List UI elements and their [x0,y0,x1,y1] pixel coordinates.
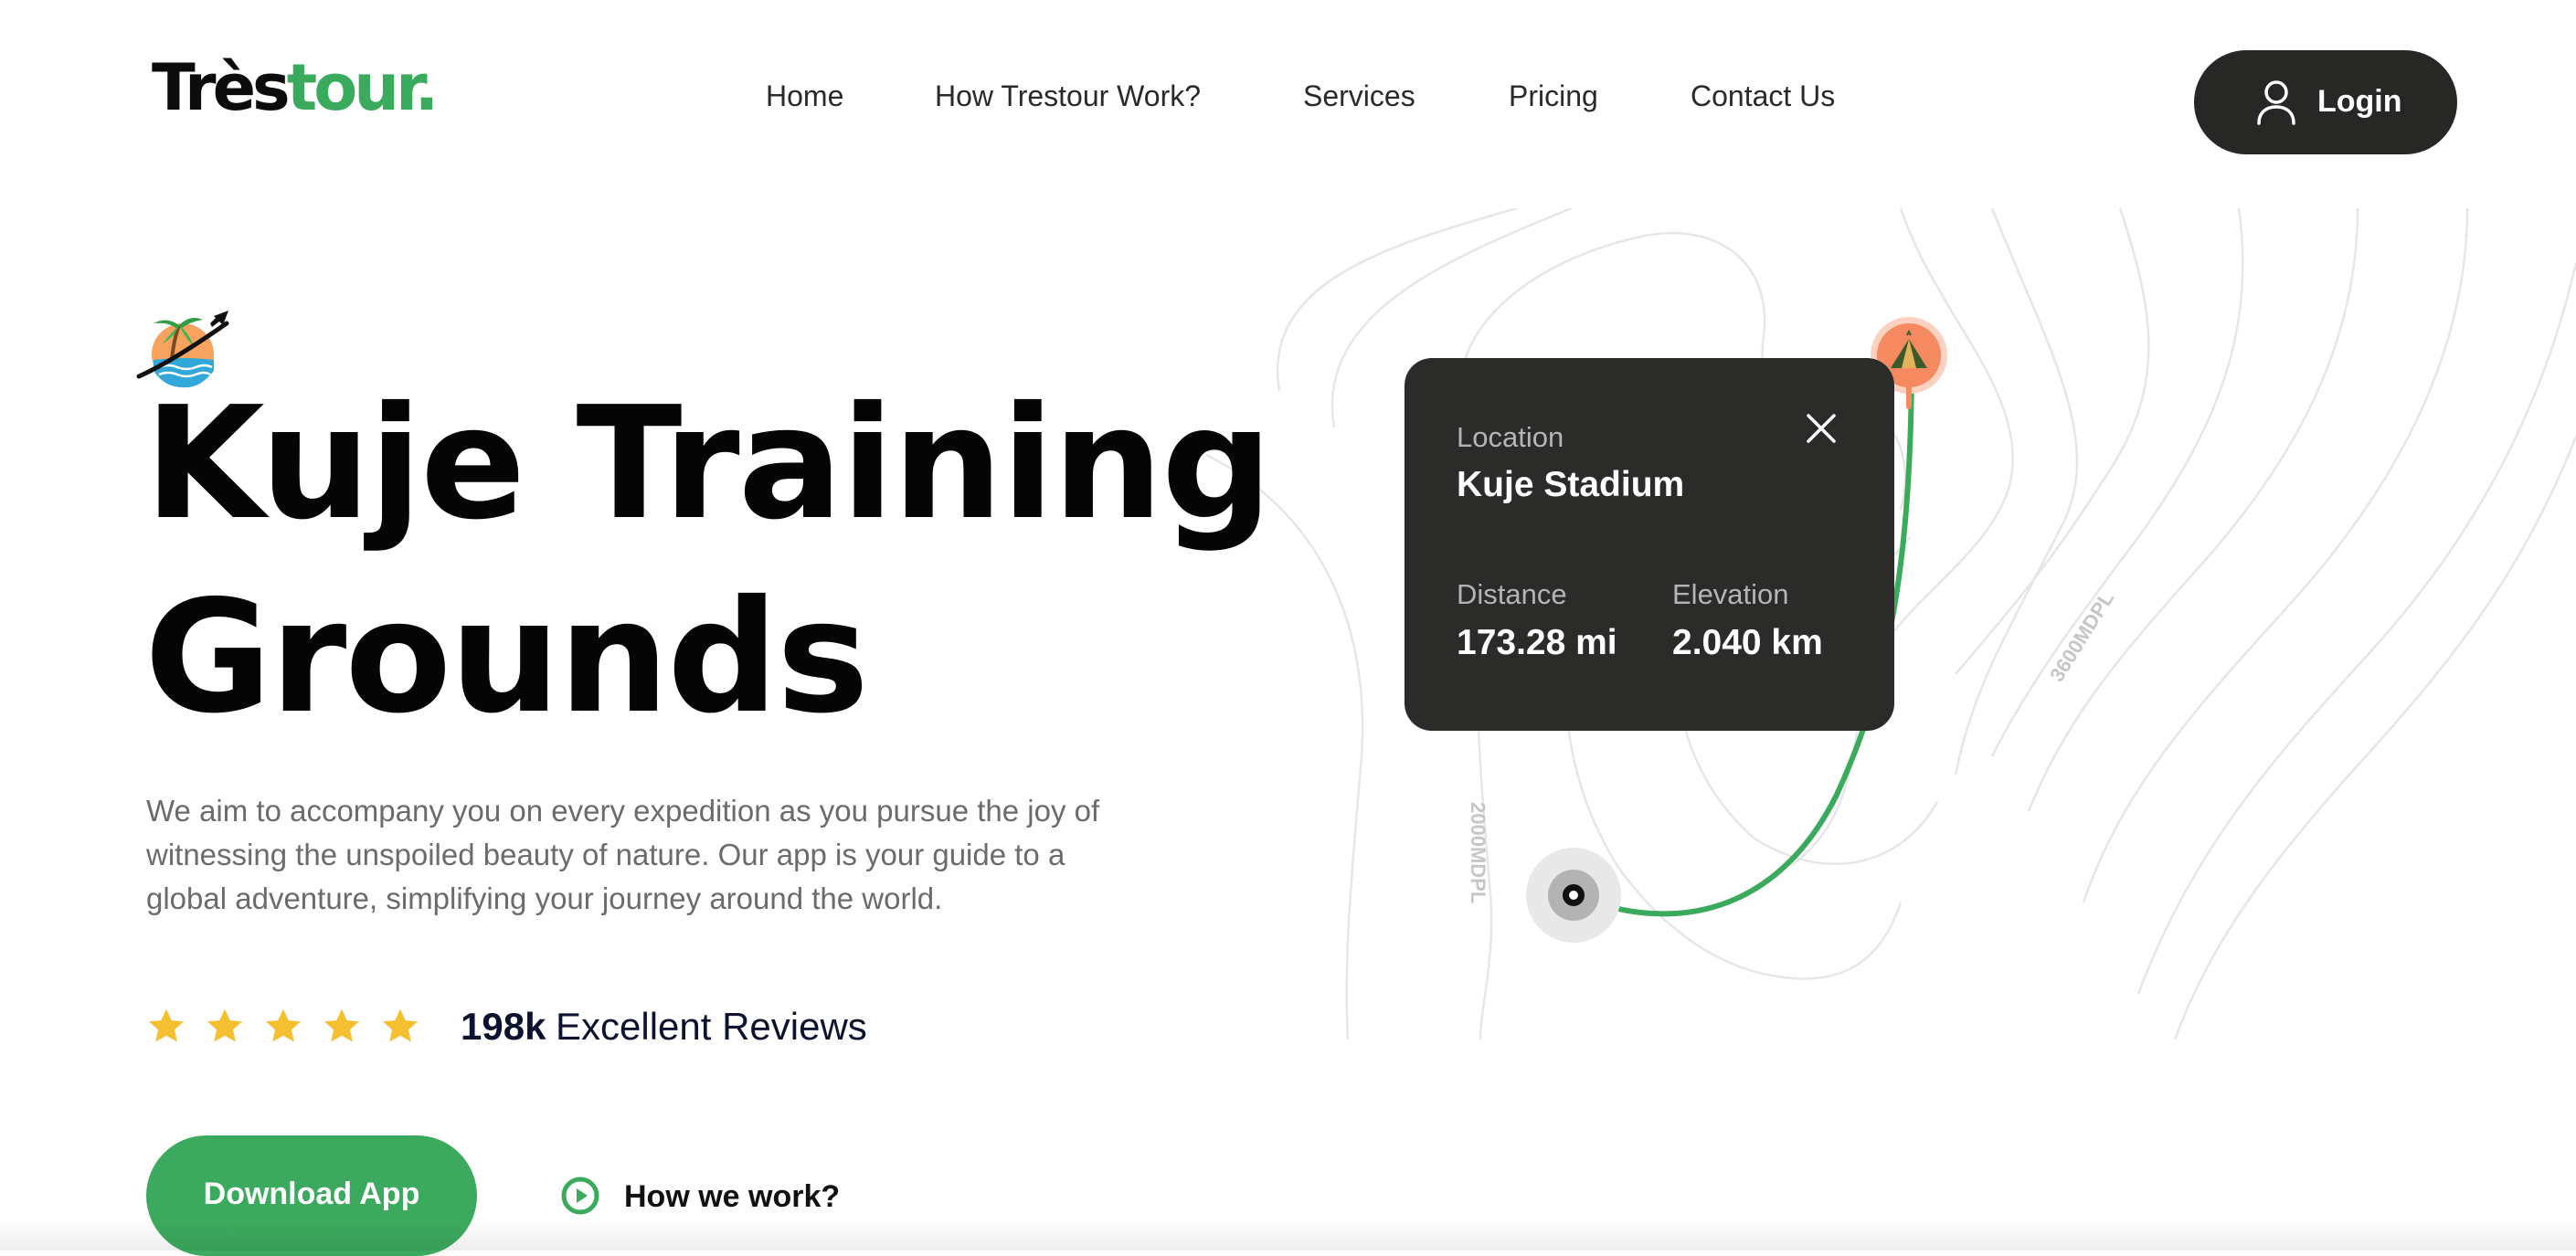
nav-item-home[interactable]: Home [766,75,843,117]
brand-logo[interactable]: Trèstour. [152,50,440,125]
nav-item-services[interactable]: Services [1303,75,1415,117]
download-app-label: Download App [203,1177,420,1211]
star-icon [148,1008,185,1042]
close-icon[interactable] [1801,408,1841,449]
review-count: 198k [461,1005,546,1048]
review-label: Excellent Reviews [556,1005,867,1048]
hero-title-line2: Grounds [144,567,869,748]
brand-name-part1: Très [152,50,291,125]
distance-label: Distance [1457,578,1567,610]
star-icon [382,1008,419,1042]
star-icon [265,1008,302,1042]
how-we-work-label: How we work? [624,1179,841,1214]
star-icon [323,1008,360,1042]
distance-value: 173.28 mi [1457,623,1617,662]
hero-description: We aim to accompany you on every expedit… [146,794,1100,915]
location-label: Location [1457,421,1564,453]
bottom-edge-shadow [0,1219,2576,1251]
start-point-icon[interactable] [1526,848,1621,943]
elevation-label: Elevation [1672,578,1789,610]
star-icon [207,1008,243,1042]
nav-item-how-trestour-work[interactable]: How Trestour Work? [935,75,1201,117]
brand-name-part2: tour. [286,50,440,125]
login-button[interactable]: Login [2194,50,2457,154]
nav-item-contact-us[interactable]: Contact Us [1691,75,1835,117]
nav-item-pricing[interactable]: Pricing [1509,75,1598,117]
hero-title-line1: Kuje Training [144,374,1273,554]
location-value: Kuje Stadium [1457,465,1685,504]
user-icon [2257,80,2295,125]
login-label: Login [2317,84,2402,119]
contour-label-3600: 3600MDPL [2045,587,2118,686]
hero-title: Kuje Training Grounds [144,367,1273,755]
elevation-value: 2.040 km [1672,623,1823,662]
location-card: Location Kuje Stadium Distance 173.28 mi… [1405,358,1894,731]
contour-label-2000: 2000MDPL [1467,802,1489,903]
play-circle-icon [561,1177,599,1215]
